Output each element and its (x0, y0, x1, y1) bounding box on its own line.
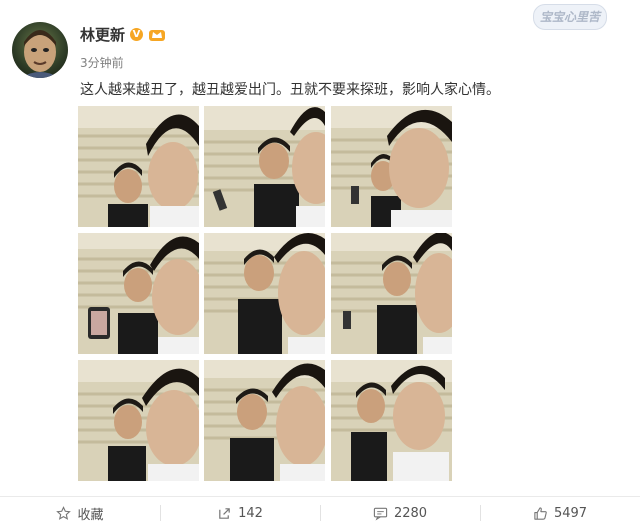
favorite-label: 收藏 (77, 507, 104, 523)
share-button[interactable]: 142 (160, 497, 320, 529)
photo-grid (78, 106, 452, 481)
photo-thumbnail[interactable] (78, 360, 199, 481)
comment-count: 2280 (393, 505, 428, 521)
verified-badge-icon: V (130, 28, 143, 41)
post-text: 这人越来越丑了，越丑越爱出门。丑就不要来探班，影响人家心情。 (80, 82, 500, 98)
like-count: 5497 (553, 505, 588, 521)
avatar[interactable] (12, 22, 68, 78)
share-icon (219, 507, 230, 519)
post-timestamp[interactable]: 3分钟前 (80, 54, 124, 71)
star-icon (56, 505, 72, 520)
like-button[interactable]: 5497 (480, 497, 640, 529)
photo-thumbnail[interactable] (331, 106, 452, 227)
photo-thumbnail[interactable] (204, 360, 325, 481)
action-bar: 收藏 142 2280 5497 (0, 497, 640, 529)
vip-crown-icon[interactable] (148, 27, 166, 42)
photo-thumbnail[interactable] (78, 233, 199, 354)
photo-thumbnail[interactable] (331, 233, 452, 354)
comment-button[interactable]: 2280 (320, 497, 480, 529)
favorite-button[interactable]: 收藏 (0, 497, 160, 529)
photo-thumbnail[interactable] (331, 360, 452, 481)
photo-thumbnail[interactable] (78, 106, 199, 227)
weibo-post-card: 林更新 V 3分钟前 宝宝心里苦 这人越来越丑了，越丑越爱出门。丑就不要来探班，… (0, 0, 640, 529)
photo-thumbnail[interactable] (204, 233, 325, 354)
watermark-logo: 宝宝心里苦 (533, 4, 607, 30)
username[interactable]: 林更新 (80, 24, 125, 45)
thumbs-up-icon (534, 506, 547, 520)
avatar-image (20, 30, 60, 78)
photo-thumbnail[interactable] (204, 106, 325, 227)
comment-icon (373, 507, 388, 521)
share-count: 142 (238, 505, 263, 521)
